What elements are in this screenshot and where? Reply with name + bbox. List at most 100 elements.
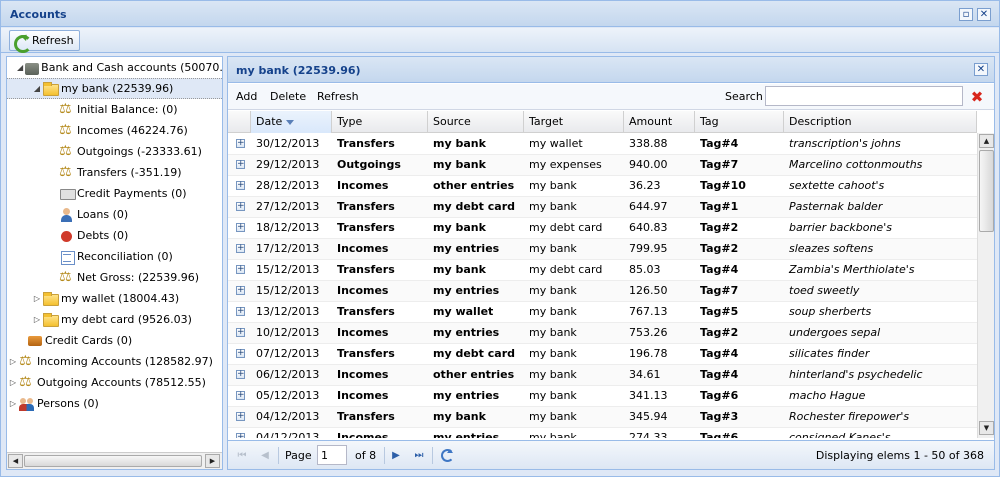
delete-button[interactable]: Delete bbox=[270, 90, 306, 103]
scroll-up-icon[interactable]: ▲ bbox=[979, 134, 994, 148]
row-expand-icon[interactable]: + bbox=[236, 223, 245, 232]
tree-node[interactable]: Outgoings (-23333.61) bbox=[7, 141, 222, 162]
column-header-type[interactable]: Type bbox=[332, 111, 428, 133]
scroll-thumb[interactable] bbox=[979, 150, 994, 232]
tree-node[interactable]: ▷ Persons (0) bbox=[7, 393, 222, 414]
tree-node[interactable]: ◢ my bank (22539.96) bbox=[7, 78, 222, 99]
row-expand-icon[interactable]: + bbox=[236, 307, 245, 316]
column-header-target[interactable]: Target bbox=[524, 111, 624, 133]
cell-tag: Tag#6 bbox=[700, 431, 739, 438]
cell-type: Incomes bbox=[337, 326, 389, 339]
table-row[interactable]: +04/12/2013 Incomes my entries my bank 274.3… bbox=[228, 428, 977, 438]
scroll-left-icon[interactable]: ◀ bbox=[8, 454, 23, 468]
expanded-arrow-icon[interactable]: ◢ bbox=[33, 84, 41, 93]
table-row[interactable]: +29/12/2013 Outgoings my bank my expenses 94… bbox=[228, 155, 977, 176]
table-row[interactable]: +28/12/2013 Incomes other entries my bank 36… bbox=[228, 176, 977, 197]
row-expand-icon[interactable]: + bbox=[236, 391, 245, 400]
tree-node[interactable]: Initial Balance: (0) bbox=[7, 99, 222, 120]
last-page-icon[interactable]: ⏭ bbox=[412, 449, 426, 463]
column-header-amount[interactable]: Amount bbox=[624, 111, 695, 133]
next-page-icon[interactable]: ▶ bbox=[389, 449, 403, 463]
row-expand-icon[interactable]: + bbox=[236, 181, 245, 190]
row-expand-icon[interactable]: + bbox=[236, 286, 245, 295]
collapsed-arrow-icon[interactable]: ▷ bbox=[9, 378, 17, 387]
table-row[interactable]: +06/12/2013 Incomes other entries my bank 34… bbox=[228, 365, 977, 386]
scroll-down-icon[interactable]: ▼ bbox=[979, 421, 994, 435]
tree-node[interactable]: Credit Payments (0) bbox=[7, 183, 222, 204]
cell-target: my bank bbox=[529, 410, 577, 423]
table-row[interactable]: +30/12/2013 Transfers my bank my wallet 338.… bbox=[228, 134, 977, 155]
cell-target: my bank bbox=[529, 200, 577, 213]
table-row[interactable]: +05/12/2013 Incomes my entries my bank 341.1… bbox=[228, 386, 977, 407]
scroll-right-icon[interactable]: ▶ bbox=[205, 454, 220, 468]
row-expand-icon[interactable]: + bbox=[236, 265, 245, 274]
close-icon[interactable]: ✕ bbox=[977, 8, 991, 21]
expanded-arrow-icon[interactable]: ◢ bbox=[17, 63, 23, 72]
search-input[interactable] bbox=[765, 86, 963, 106]
cell-description: macho Hague bbox=[789, 389, 866, 402]
collapsed-arrow-icon[interactable]: ▷ bbox=[9, 399, 17, 408]
tree-node[interactable]: ▷ my debt card (9526.03) bbox=[7, 309, 222, 330]
cell-tag: Tag#7 bbox=[700, 158, 739, 171]
row-expand-icon[interactable]: + bbox=[236, 202, 245, 211]
table-row[interactable]: +15/12/2013 Incomes my entries my bank 126.5… bbox=[228, 281, 977, 302]
table-row[interactable]: +04/12/2013 Transfers my bank my bank 345.94… bbox=[228, 407, 977, 428]
first-page-icon[interactable]: ⏮ bbox=[235, 449, 249, 463]
scroll-thumb[interactable] bbox=[24, 455, 202, 467]
cell-type: Incomes bbox=[337, 431, 389, 438]
page-number-input[interactable] bbox=[317, 445, 347, 465]
cell-amount: 767.13 bbox=[629, 305, 668, 318]
refresh-button[interactable]: Refresh bbox=[9, 30, 80, 53]
tree-node[interactable]: Incomes (46224.76) bbox=[7, 120, 222, 141]
paging-refresh-icon[interactable] bbox=[439, 447, 455, 463]
table-row[interactable]: +13/12/2013 Transfers my wallet my bank 767.… bbox=[228, 302, 977, 323]
row-expand-icon[interactable]: + bbox=[236, 349, 245, 358]
maximize-icon[interactable]: ▫ bbox=[959, 8, 973, 21]
column-header-date[interactable]: Date bbox=[251, 111, 332, 133]
collapsed-arrow-icon[interactable]: ▷ bbox=[9, 357, 17, 366]
row-expand-icon[interactable]: + bbox=[236, 244, 245, 253]
collapsed-arrow-icon[interactable]: ▷ bbox=[33, 294, 41, 303]
clear-search-icon[interactable]: ✖ bbox=[969, 89, 985, 105]
panel-close-icon[interactable]: ✕ bbox=[974, 63, 988, 76]
table-row[interactable]: +18/12/2013 Transfers my bank my debt card 6… bbox=[228, 218, 977, 239]
tree-horizontal-scrollbar[interactable]: ◀ ▶ bbox=[7, 452, 222, 469]
row-expand-icon[interactable]: + bbox=[236, 370, 245, 379]
tree-node[interactable]: Loans (0) bbox=[7, 204, 222, 225]
add-button[interactable]: Add bbox=[236, 90, 257, 103]
row-expand-icon[interactable]: + bbox=[236, 433, 245, 438]
cell-source: my entries bbox=[433, 242, 500, 255]
row-expand-icon[interactable]: + bbox=[236, 160, 245, 169]
tree-node[interactable]: ▷ my wallet (18004.43) bbox=[7, 288, 222, 309]
collapsed-arrow-icon[interactable]: ▷ bbox=[33, 315, 41, 324]
tree-node[interactable]: Transfers (-351.19) bbox=[7, 162, 222, 183]
table-row[interactable]: +17/12/2013 Incomes my entries my bank 799.9… bbox=[228, 239, 977, 260]
tree-node[interactable]: ▷ Outgoing Accounts (78512.55) bbox=[7, 372, 222, 393]
table-row[interactable]: +27/12/2013 Transfers my debt card my bank 6… bbox=[228, 197, 977, 218]
cell-amount: 338.88 bbox=[629, 137, 668, 150]
grid-refresh-button[interactable]: Refresh bbox=[317, 90, 359, 103]
table-row[interactable]: +07/12/2013 Transfers my debt card my bank 1… bbox=[228, 344, 977, 365]
cell-date: 15/12/2013 bbox=[256, 263, 320, 276]
row-expand-icon[interactable]: + bbox=[236, 328, 245, 337]
tree-node-label: Persons (0) bbox=[37, 397, 99, 410]
prev-page-icon[interactable]: ◀ bbox=[258, 449, 272, 463]
column-header-description[interactable]: Description bbox=[784, 111, 977, 133]
tree-node[interactable]: ▷ Incoming Accounts (128582.97) bbox=[7, 351, 222, 372]
cell-source: other entries bbox=[433, 179, 515, 192]
column-header-source[interactable]: Source bbox=[428, 111, 524, 133]
grid-vertical-scrollbar[interactable]: ▲ ▼ bbox=[977, 133, 994, 438]
table-row[interactable]: +15/12/2013 Transfers my bank my debt card 8… bbox=[228, 260, 977, 281]
tree-node[interactable]: Reconciliation (0) bbox=[7, 246, 222, 267]
cell-type: Incomes bbox=[337, 179, 389, 192]
column-header-tag[interactable]: Tag bbox=[695, 111, 784, 133]
cell-tag: Tag#4 bbox=[700, 347, 739, 360]
tree-node[interactable]: Credit Cards (0) bbox=[7, 330, 222, 351]
row-expand-icon[interactable]: + bbox=[236, 139, 245, 148]
tree-node[interactable]: ◢ Bank and Cash accounts (50070.42) bbox=[7, 57, 222, 78]
tree-node[interactable]: Debts (0) bbox=[7, 225, 222, 246]
tree-node[interactable]: Net Gross: (22539.96) bbox=[7, 267, 222, 288]
table-row[interactable]: +10/12/2013 Incomes my entries my bank 753.2… bbox=[228, 323, 977, 344]
row-expand-icon[interactable]: + bbox=[236, 412, 245, 421]
cell-description: Marcelino cottonmouths bbox=[789, 158, 923, 171]
